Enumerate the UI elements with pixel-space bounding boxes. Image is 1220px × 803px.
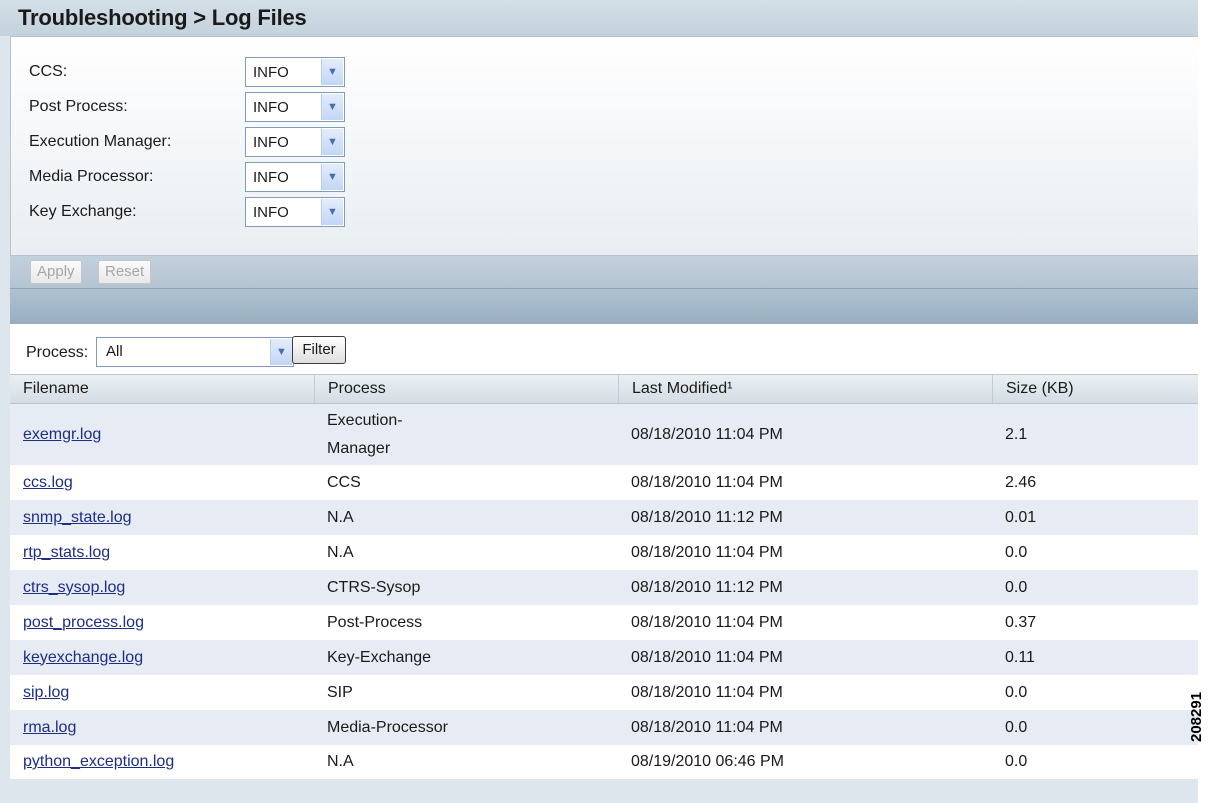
modified-cell: 08/18/2010 11:04 PM (631, 648, 783, 666)
modified-cell: 08/18/2010 11:04 PM (631, 473, 783, 491)
title-bar: Troubleshooting > Log Files (0, 0, 1198, 36)
log-file-link[interactable]: keyexchange.log (23, 644, 143, 672)
size-cell: 0.0 (1005, 718, 1028, 736)
chevron-down-icon[interactable]: ▼ (321, 129, 343, 155)
log-file-list-panel: Process: All ▼ Filter Filename Process L… (10, 324, 1198, 803)
action-bar: Apply Reset (10, 256, 1198, 288)
process-cell: Key-Exchange (327, 648, 432, 666)
size-cell: 0.0 (1005, 683, 1028, 701)
table-header: Filename Process Last Modified¹ Size (KB… (10, 374, 1198, 404)
table-row: ctrs_sysop.log CTRS-Sysop 08/18/2010 11:… (10, 570, 1198, 605)
log-file-link[interactable]: ctrs_sysop.log (23, 574, 125, 602)
log-file-link[interactable]: exemgr.log (23, 421, 101, 449)
log-file-link[interactable]: rtp_stats.log (23, 539, 110, 567)
process-cell: CTRS-Sysop (327, 578, 421, 596)
process-filter-value: All (106, 343, 123, 360)
modified-cell: 08/18/2010 11:04 PM (631, 613, 783, 631)
log-level-panel: CCS: INFO ▼ Post Process: INFO ▼ Executi… (10, 36, 1198, 256)
log-level-label: Media Processor: (29, 168, 154, 185)
table-row: keyexchange.log Key-Exchange 08/18/2010 … (10, 640, 1198, 675)
chevron-down-icon[interactable]: ▼ (321, 164, 343, 190)
log-level-select-post-process[interactable]: INFO ▼ (245, 92, 345, 122)
log-level-row-key-exchange: Key Exchange: INFO ▼ (29, 197, 429, 227)
log-file-link[interactable]: post_process.log (23, 609, 144, 637)
log-level-label: Execution Manager: (29, 133, 172, 150)
log-level-value: INFO (253, 169, 289, 186)
log-level-row-execution-manager: Execution Manager: INFO ▼ (29, 127, 429, 157)
size-cell: 0.0 (1005, 578, 1028, 596)
filter-button[interactable]: Filter (292, 336, 346, 364)
process-filter-select[interactable]: All ▼ (96, 337, 294, 367)
column-header-process[interactable]: Process (314, 375, 618, 403)
log-level-label: CCS: (29, 63, 68, 80)
process-text-line2: Manager (327, 439, 391, 457)
table-row: rtp_stats.log N.A 08/18/2010 11:04 PM 0.… (10, 535, 1198, 570)
modified-cell: 08/18/2010 11:12 PM (631, 578, 783, 596)
figure-number: 208291 (1188, 691, 1205, 742)
size-cell: 0.0 (1005, 543, 1028, 561)
table-footer (10, 779, 1198, 803)
log-file-link[interactable]: snmp_state.log (23, 504, 132, 532)
modified-cell: 08/19/2010 06:46 PM (631, 753, 785, 770)
chevron-down-icon[interactable]: ▼ (321, 59, 343, 85)
process-cell: Media-Processor (327, 718, 448, 736)
log-level-select-media-processor[interactable]: INFO ▼ (245, 162, 345, 192)
log-level-row-post-process: Post Process: INFO ▼ (29, 92, 429, 122)
table-row: sip.log SIP 08/18/2010 11:04 PM 0.0 (10, 675, 1198, 710)
process-cell: Post-Process (327, 613, 423, 631)
modified-cell: 08/18/2010 11:12 PM (631, 508, 783, 526)
section-header-bar (10, 288, 1198, 324)
column-header-size[interactable]: Size (KB) (992, 375, 1198, 403)
process-cell: Execution- Manager (314, 404, 618, 465)
modified-cell: 08/18/2010 11:04 PM (631, 425, 783, 443)
apply-button[interactable]: Apply (30, 260, 82, 284)
log-file-link[interactable]: ccs.log (23, 469, 73, 497)
process-cell: N.A (327, 753, 354, 770)
log-level-value: INFO (253, 64, 289, 81)
log-level-value: INFO (253, 134, 289, 151)
size-cell: 0.11 (1005, 648, 1035, 666)
chevron-down-icon[interactable]: ▼ (321, 199, 343, 225)
log-level-value: INFO (253, 204, 289, 221)
page-title: Troubleshooting > Log Files (18, 5, 307, 30)
log-level-select-key-exchange[interactable]: INFO ▼ (245, 197, 345, 227)
modified-cell: 08/18/2010 11:04 PM (631, 718, 783, 736)
process-cell: SIP (327, 683, 353, 701)
filter-row: Process: All ▼ Filter (10, 324, 1198, 374)
log-files-page: Troubleshooting > Log Files CCS: INFO ▼ … (0, 0, 1198, 803)
column-header-filename[interactable]: Filename (10, 375, 314, 403)
process-cell: CCS (327, 473, 361, 491)
column-header-last-modified[interactable]: Last Modified¹ (618, 375, 992, 403)
log-file-link[interactable]: python_exception.log (23, 748, 174, 776)
process-cell: N.A (327, 543, 354, 561)
size-cell: 0.01 (1005, 508, 1037, 526)
size-cell: 0.0 (1005, 753, 1028, 770)
chevron-down-icon[interactable]: ▼ (321, 94, 343, 120)
size-cell: 2.46 (1005, 473, 1037, 491)
log-level-label: Post Process: (29, 98, 128, 115)
size-cell: 0.37 (1005, 613, 1037, 631)
modified-cell: 08/18/2010 11:04 PM (631, 683, 783, 701)
log-file-link[interactable]: rma.log (23, 714, 76, 742)
log-level-row-media-processor: Media Processor: INFO ▼ (29, 162, 429, 192)
modified-cell: 08/18/2010 11:04 PM (631, 543, 783, 561)
process-cell: N.A (327, 508, 354, 526)
log-level-select-execution-manager[interactable]: INFO ▼ (245, 127, 345, 157)
table-row: rma.log Media-Processor 08/18/2010 11:04… (10, 710, 1198, 745)
table-row: post_process.log Post-Process 08/18/2010… (10, 605, 1198, 640)
log-level-label: Key Exchange: (29, 203, 137, 220)
reset-button[interactable]: Reset (98, 260, 152, 284)
process-text-line1: Execution- (327, 411, 403, 429)
table-row: python_exception.log N.A 08/19/2010 06:4… (10, 745, 1198, 779)
log-level-row-ccs: CCS: INFO ▼ (29, 57, 429, 87)
table-row: ccs.log CCS 08/18/2010 11:04 PM 2.46 (10, 465, 1198, 500)
log-level-value: INFO (253, 99, 289, 116)
log-level-select-ccs[interactable]: INFO ▼ (245, 57, 345, 87)
chevron-down-icon[interactable]: ▼ (270, 339, 292, 365)
process-filter-label: Process: (26, 344, 89, 361)
table-row: snmp_state.log N.A 08/18/2010 11:12 PM 0… (10, 500, 1198, 535)
table-row: exemgr.log Execution- Manager 08/18/2010… (10, 404, 1198, 465)
size-cell: 2.1 (1005, 425, 1028, 443)
log-file-link[interactable]: sip.log (23, 679, 69, 707)
